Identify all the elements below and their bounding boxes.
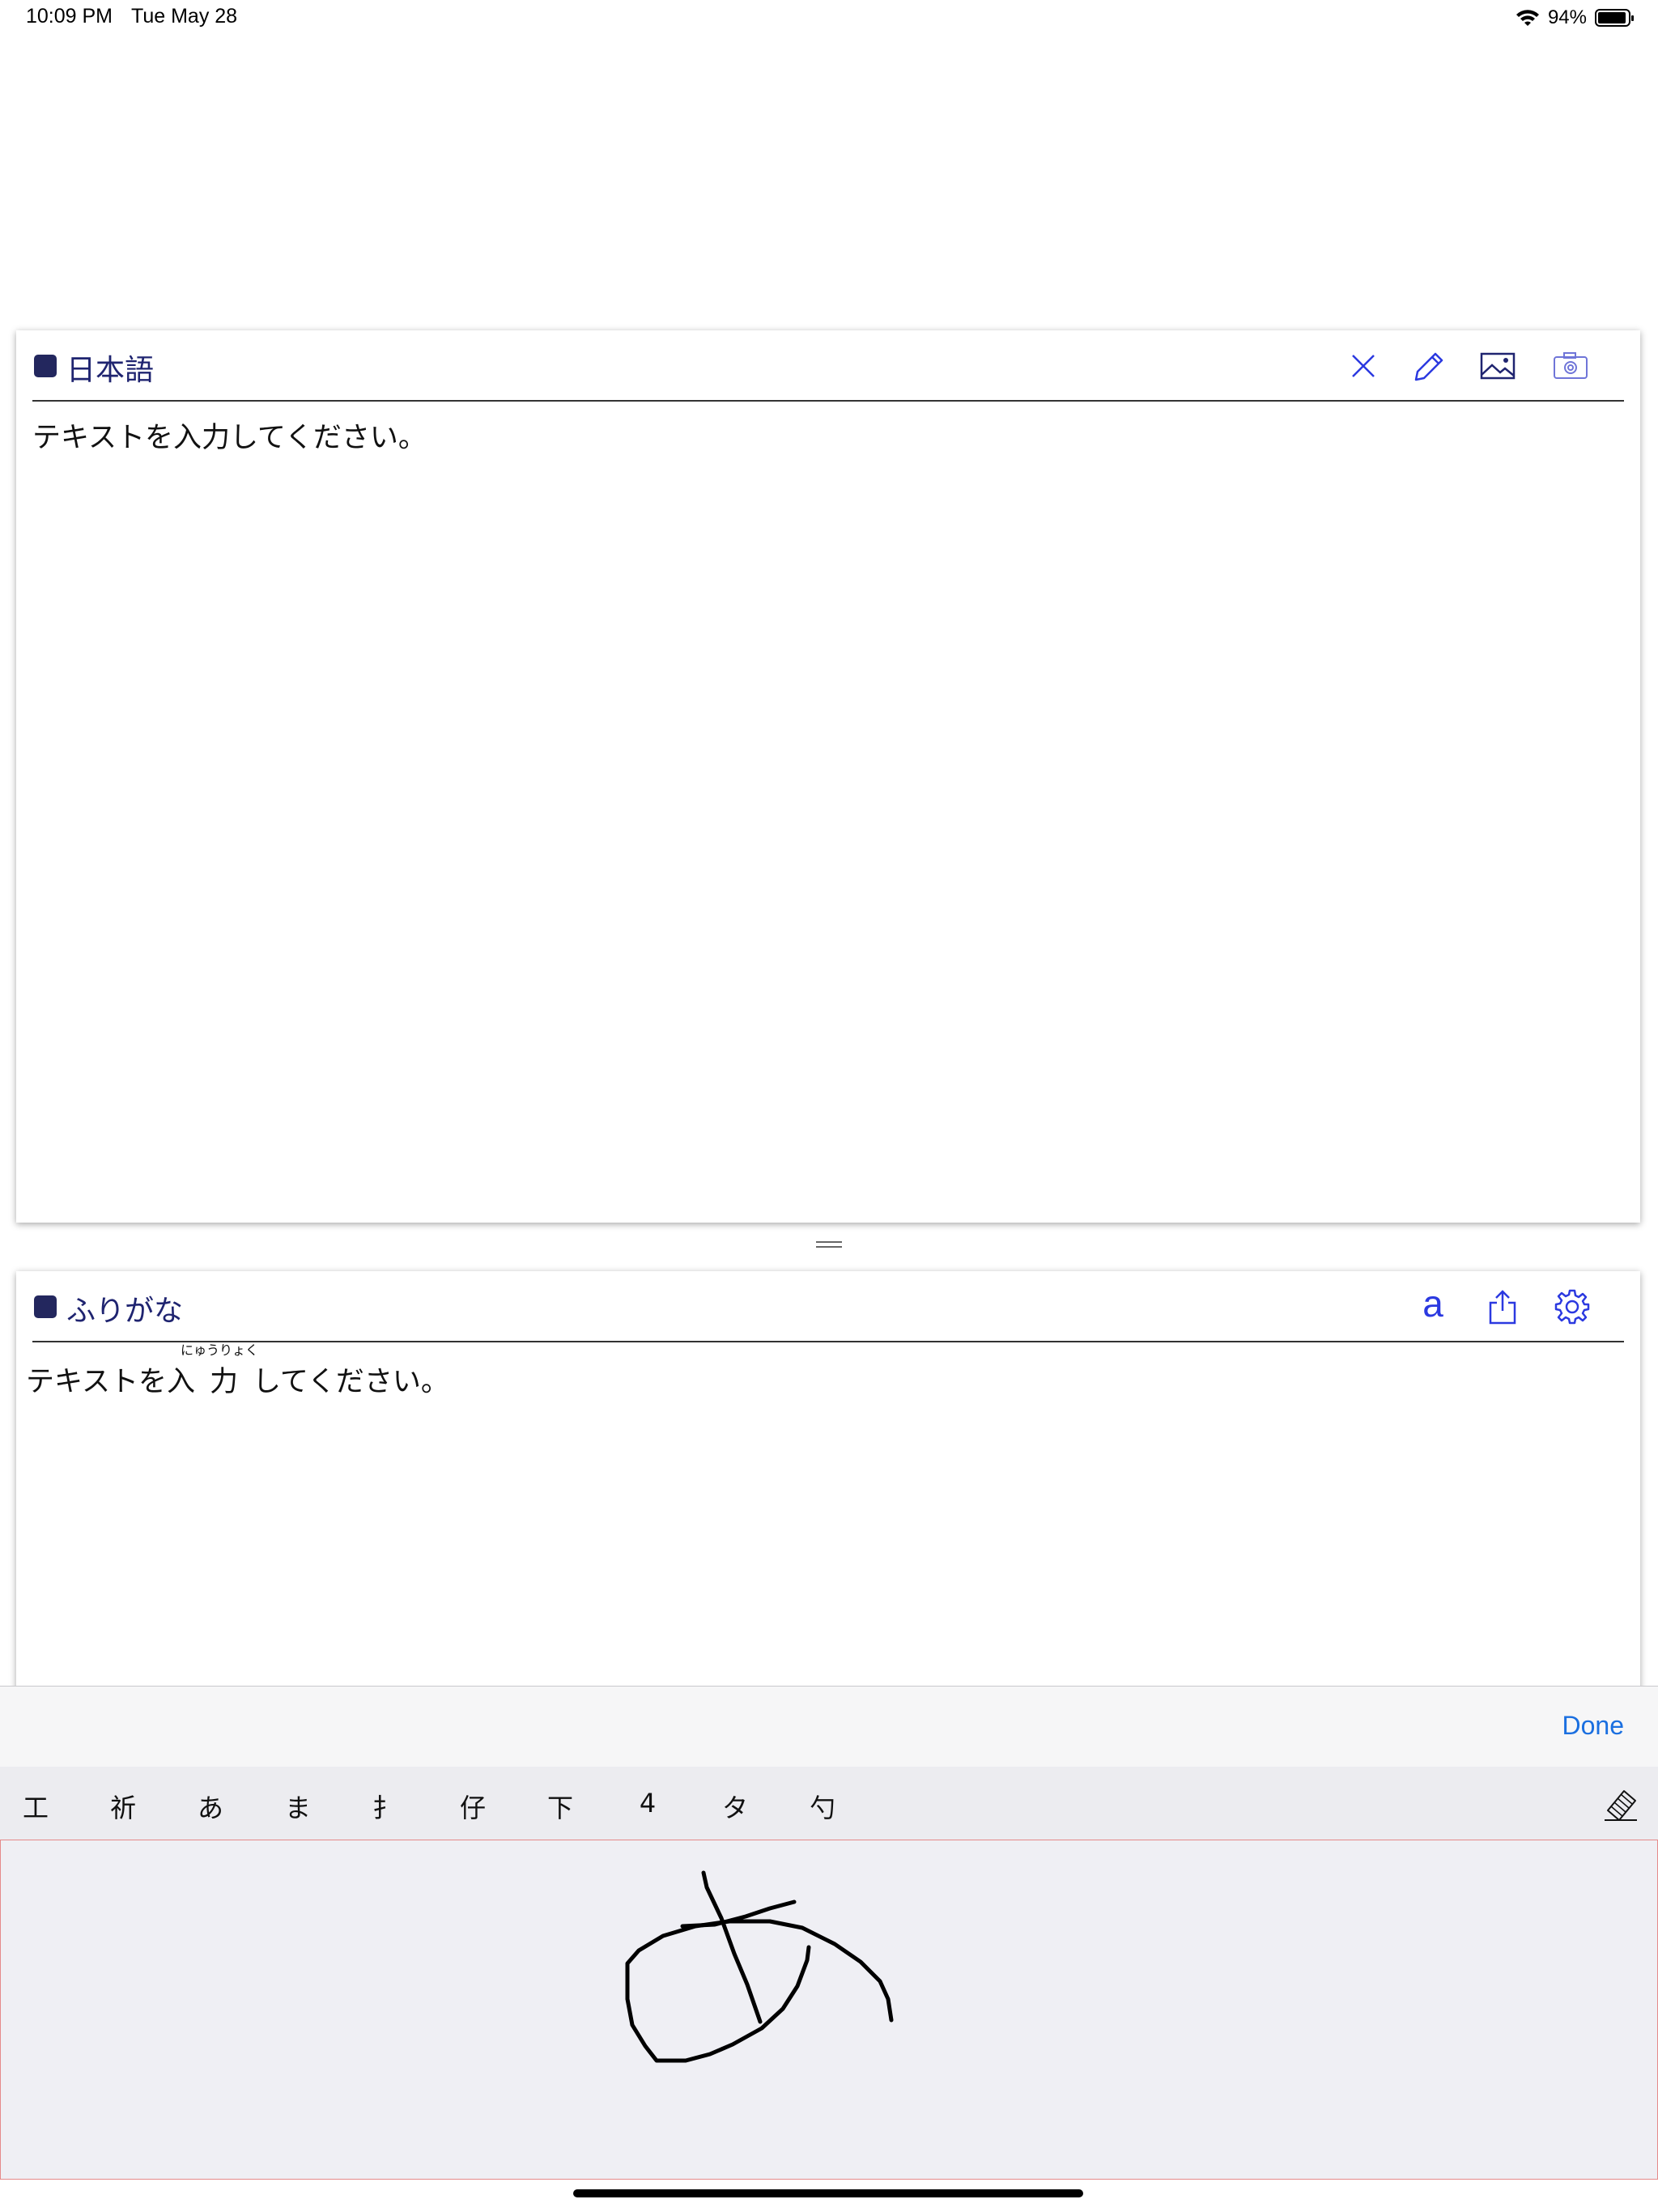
candidate-item[interactable]: 祈 (99, 1788, 147, 1825)
image-icon[interactable] (1478, 347, 1517, 385)
status-bar: 10:09 PM Tue May 28 94% (0, 0, 1658, 40)
status-right: 94% (1516, 6, 1634, 29)
furigana-panel-title: ふりがな (66, 1295, 184, 1328)
candidate-item[interactable]: ま (274, 1788, 322, 1825)
furigana-text-after: してください。 (252, 1366, 449, 1398)
share-icon[interactable] (1483, 1287, 1522, 1326)
ruby-reading: にゅうりょく (180, 1342, 258, 1358)
close-icon[interactable] (1344, 347, 1383, 385)
gear-icon[interactable] (1553, 1287, 1592, 1326)
handwriting-candidate-bar: 工 祈 あ ま 扌 仔 下 4 タ 勺 (0, 1767, 1658, 1840)
home-indicator[interactable] (573, 2189, 1083, 2197)
furigana-text: テキストを入 にゅうりょく力してください。 (26, 1342, 449, 1400)
candidate-item[interactable]: 扌 (361, 1788, 410, 1825)
header-rule (32, 1341, 1624, 1342)
status-time: 10:09 PM (26, 5, 113, 28)
candidate-item[interactable]: あ (186, 1788, 235, 1825)
candidate-item[interactable]: 下 (536, 1788, 585, 1825)
input-panel-title: 日本語 (66, 354, 155, 387)
handwritten-stroke (625, 1870, 894, 2063)
camera-icon[interactable] (1551, 347, 1590, 385)
handle-line (816, 1246, 842, 1248)
ruby-base: 力 (209, 1366, 238, 1398)
furigana-panel: ふりがな a テキストを入 にゅうりょく力してください。 (16, 1271, 1640, 1692)
battery-level (1598, 12, 1626, 23)
ruby-group: にゅうりょく力 (181, 1342, 258, 1400)
input-panel: 日本語 テキストを入力してください。 (16, 330, 1640, 1223)
section-square-icon (34, 355, 57, 377)
section-square-icon (34, 1295, 57, 1318)
furigana-panel-header: ふりがな a (16, 1271, 1640, 1342)
font-toggle-button[interactable]: a (1414, 1283, 1452, 1325)
status-date: Tue May 28 (131, 5, 238, 28)
keyboard-accessory-bar: Done (0, 1686, 1658, 1767)
wifi-icon (1516, 10, 1539, 26)
candidate-item[interactable]: 4 (623, 1788, 672, 1819)
input-panel-header: 日本語 (16, 330, 1640, 402)
furigana-text-before: テキストを入 (26, 1366, 195, 1398)
candidate-item[interactable]: タ (711, 1788, 759, 1825)
done-button[interactable]: Done (1562, 1711, 1625, 1741)
eraser-icon[interactable] (1601, 1784, 1640, 1823)
battery-icon (1595, 9, 1634, 27)
header-rule (32, 400, 1624, 402)
candidate-item[interactable]: 勺 (798, 1788, 847, 1825)
japanese-text-input[interactable]: テキストを入力してください。 (32, 415, 427, 456)
handwriting-canvas[interactable] (0, 1840, 1658, 2180)
candidate-item[interactable]: 仔 (449, 1788, 497, 1825)
panel-resize-handle[interactable] (816, 1241, 842, 1251)
handle-line (816, 1241, 842, 1243)
candidate-item[interactable]: 工 (11, 1788, 60, 1825)
battery-percent: 94% (1547, 6, 1587, 28)
pencil-icon[interactable] (1409, 347, 1448, 385)
